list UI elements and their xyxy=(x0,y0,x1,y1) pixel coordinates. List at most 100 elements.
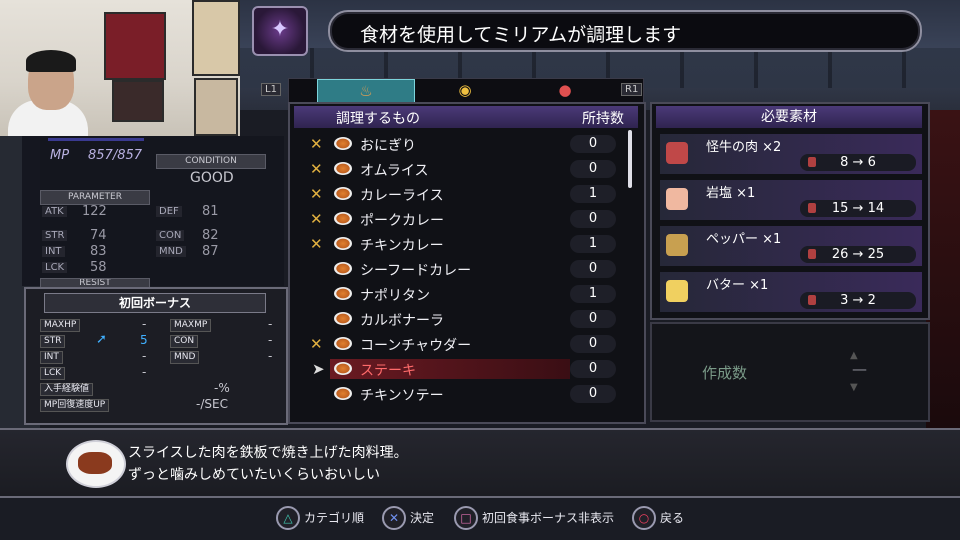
condition-label: CONDITION xyxy=(156,154,266,169)
utensils-icon: ✕ xyxy=(310,185,323,203)
bonus-int-label: INT xyxy=(40,351,63,364)
str-value: 74 xyxy=(90,228,107,243)
character-stats-panel: MP 857/857 CONDITION GOOD PARAMETER ATK … xyxy=(22,136,284,288)
hint-label: 戻る xyxy=(660,511,685,525)
material-row: 岩塩 ×1 15 → 14 xyxy=(660,180,922,220)
col-owned-count: 所持数 xyxy=(582,111,624,127)
utensils-icon: ✕ xyxy=(310,335,323,353)
category-tabs: L1 ♨ ◉ ● R1 xyxy=(261,78,644,105)
bonus-mnd-label: MND xyxy=(170,351,200,364)
cooking-pot-icon: ♨ xyxy=(359,82,373,100)
recipe-name: ポークカレー xyxy=(360,213,444,229)
recipe-name: おにぎり xyxy=(360,138,416,154)
l1-button[interactable]: L1 xyxy=(261,83,281,96)
quantity-value: — xyxy=(852,360,867,378)
material-name: 岩塩 ×1 xyxy=(706,186,756,201)
recipe-count: 0 xyxy=(570,135,616,153)
recipe-row[interactable]: ✕ ポークカレー 0 xyxy=(310,207,626,231)
material-stock-value: 3 → 2 xyxy=(840,293,876,308)
tab-dishes[interactable]: ◉ xyxy=(417,79,513,103)
material-row: ペッパー ×1 26 → 25 xyxy=(660,226,922,266)
material-stock-value: 8 → 6 xyxy=(840,155,876,170)
up-arrow-icon: ➚ xyxy=(96,332,107,347)
recipe-count: 1 xyxy=(570,185,616,203)
bonus-mp-regen-label: MP回復速度UP xyxy=(40,399,110,412)
recipe-row[interactable]: ✕ オムライス 0 xyxy=(310,157,626,181)
bonus-maxhp-value: - xyxy=(142,317,147,331)
recipe-row[interactable]: ✕ おにぎり 0 xyxy=(310,132,626,156)
material-stock-value: 26 → 25 xyxy=(831,247,885,262)
recipe-row[interactable]: カルボナーラ 0 xyxy=(310,307,626,331)
cursor-icon: ➤ xyxy=(312,360,325,378)
material-stock-value: 15 → 14 xyxy=(831,201,885,216)
webcam-overlay xyxy=(0,0,240,136)
mnd-label: MND xyxy=(156,246,186,257)
dish-icon xyxy=(334,287,352,300)
recipe-count: 0 xyxy=(570,210,616,228)
dish-icon xyxy=(334,312,352,325)
atk-value: 122 xyxy=(82,204,107,219)
recipe-list-panel: 調理するもの 所持数 ✕ おにぎり 0 ✕ オムライス 0 ✕ カレーライス 1 ✕ ポークカレー 0… xyxy=(288,102,646,424)
r1-button[interactable]: R1 xyxy=(621,83,643,96)
recipe-name: カルボナーラ xyxy=(360,313,444,329)
mp-value: 857/857 xyxy=(88,148,143,163)
square-button-icon: □ xyxy=(454,506,478,530)
bonus-mnd-value: - xyxy=(268,349,273,363)
tab-ingredients[interactable]: ● xyxy=(517,79,613,103)
recipe-name: コーンチャウダー xyxy=(360,338,472,354)
dish-icon xyxy=(334,212,352,225)
parameter-label: PARAMETER xyxy=(40,190,150,205)
mp-gauge xyxy=(48,138,144,141)
material-row: 怪牛の肉 ×2 8 → 6 xyxy=(660,134,922,174)
utensils-icon: ✕ xyxy=(310,210,323,228)
mnd-value: 87 xyxy=(202,244,219,259)
bonus-maxmp-value: - xyxy=(268,317,273,331)
recipe-row[interactable]: ✕ チキンカレー 1 xyxy=(310,232,626,256)
bonus-con-label: CON xyxy=(170,335,199,348)
bonus-int-value: - xyxy=(142,349,147,363)
utensils-icon: ✕ xyxy=(310,160,323,178)
material-icon xyxy=(666,280,688,302)
def-label: DEF xyxy=(156,206,182,217)
bonus-exp-value: -% xyxy=(214,381,230,395)
quantity-down-icon[interactable]: ▼ xyxy=(850,382,858,393)
recipe-row[interactable]: シーフードカレー 0 xyxy=(310,257,626,281)
hint-label: 決定 xyxy=(410,511,435,525)
dish-icon xyxy=(334,187,352,200)
def-value: 81 xyxy=(202,204,219,219)
recipe-name: ステーキ xyxy=(360,363,416,379)
int-value: 83 xyxy=(90,244,107,259)
recipe-count: 0 xyxy=(570,385,616,403)
bonus-str-label: STR xyxy=(40,335,66,348)
bonus-mp-regen-value: -/SEC xyxy=(196,397,228,411)
recipe-count: 0 xyxy=(570,260,616,278)
col-recipe-name: 調理するもの xyxy=(336,111,420,127)
triangle-button-icon: △ xyxy=(276,506,300,530)
str-label: STR xyxy=(42,230,68,241)
int-label: INT xyxy=(42,246,65,257)
recipe-row[interactable]: ➤ ステーキ 0 xyxy=(310,357,626,381)
recipe-row[interactable]: チキンソテー 0 xyxy=(310,382,626,406)
wall-poster xyxy=(112,80,164,122)
recipe-row[interactable]: ✕ コーンチャウダー 0 xyxy=(310,332,626,356)
hint-label: 初回食事ボーナス非表示 xyxy=(482,511,615,525)
wall-poster xyxy=(194,78,238,136)
recipe-count: 1 xyxy=(570,235,616,253)
bonus-title: 初回ボーナス xyxy=(44,293,266,313)
title-bar: 食材を使用してミリアムが調理します xyxy=(258,8,938,52)
dish-icon xyxy=(334,237,352,250)
recipe-row[interactable]: ✕ カレーライス 1 xyxy=(310,182,626,206)
bonus-maxhp-label: MAXHP xyxy=(40,319,81,332)
dish-icon: ◉ xyxy=(458,81,472,99)
recipe-row[interactable]: ナポリタン 1 xyxy=(310,282,626,306)
dish-icon xyxy=(334,387,352,400)
quantity-panel: 作成数 ▲ — ▼ xyxy=(650,322,930,422)
list-scrollbar[interactable] xyxy=(628,130,632,188)
recipe-count: 0 xyxy=(570,310,616,328)
description-line-1: スライスした肉を鉄板で焼き上げた肉料理。 xyxy=(128,445,408,461)
quantity-label: 作成数 xyxy=(702,364,748,382)
con-value: 82 xyxy=(202,228,219,243)
dish-icon xyxy=(334,262,352,275)
material-icon xyxy=(666,142,688,164)
description-bar: スライスした肉を鉄板で焼き上げた肉料理。 ずっと噛みしめていたいくらいおいしい xyxy=(0,428,960,498)
